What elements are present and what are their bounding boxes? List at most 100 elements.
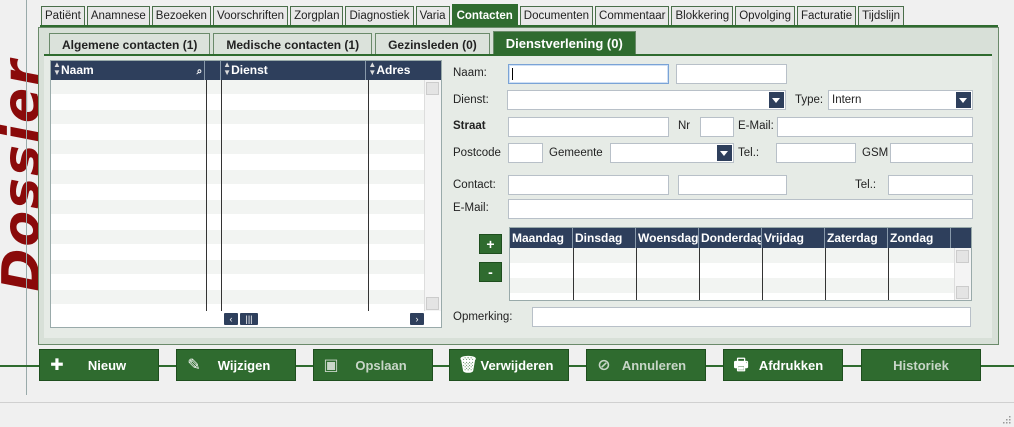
tab-tijdslijn[interactable]: Tijdslijn <box>858 6 905 26</box>
schedule-vertical-scrollbar[interactable] <box>954 248 971 300</box>
nr-input[interactable] <box>700 117 734 137</box>
resize-grip-icon[interactable] <box>1001 414 1011 424</box>
column-divider <box>221 80 222 312</box>
scroll-thumb-icon[interactable]: ||| <box>240 313 258 325</box>
afdrukken-button[interactable]: 🖶 Afdrukken <box>723 349 843 381</box>
column-label-naam: Naam <box>61 63 94 77</box>
tab-bezoeken[interactable]: Bezoeken <box>151 6 211 26</box>
scroll-right-icon[interactable]: › <box>410 313 424 325</box>
opslaan-button[interactable]: ▣ Opslaan <box>313 349 433 381</box>
scroll-left-icon[interactable]: ‹ <box>224 313 238 325</box>
postcode-input[interactable] <box>508 143 543 163</box>
tab-contacten[interactable]: Contacten <box>451 4 518 26</box>
contact-tel-input[interactable] <box>888 175 973 195</box>
sort-icon: ▲ ▼ <box>368 60 377 77</box>
contact-tel-label: Tel.: <box>855 179 877 191</box>
scroll-down-button[interactable] <box>956 286 969 299</box>
column-divider <box>573 248 574 300</box>
scroll-down-button[interactable] <box>426 297 439 310</box>
nieuw-button[interactable]: ✚ Nieuw <box>39 349 159 381</box>
sort-icon: ▲ ▼ <box>223 60 232 77</box>
tab-zorgplan[interactable]: Zorgplan <box>290 6 344 26</box>
gemeente-select[interactable] <box>610 143 734 163</box>
subtab-gezinsleden[interactable]: Gezinsleden (0) <box>375 33 490 55</box>
tab-opvolging[interactable]: Opvolging <box>735 6 795 26</box>
straat-input[interactable] <box>508 117 669 137</box>
historiek-button-label: Historiek <box>893 358 949 373</box>
chevron-down-icon[interactable] <box>717 145 732 161</box>
tab-commentaar[interactable]: Commentaar <box>595 6 670 26</box>
tab-blokkering[interactable]: Blokkering <box>671 6 734 26</box>
gsm-input[interactable] <box>890 143 973 163</box>
tab-patient[interactable]: Patiënt <box>41 6 85 26</box>
tel-label: Tel.: <box>738 147 760 159</box>
column-divider <box>825 248 826 300</box>
type-label: Type: <box>795 94 824 106</box>
opening-hours-grid[interactable]: Maandag Dinsdag Woensdag Donderdag Vrijd… <box>509 227 972 301</box>
remove-schedule-button[interactable]: - <box>479 262 502 282</box>
column-divider <box>699 248 700 300</box>
tab-voorschriften[interactable]: Voorschriften <box>212 6 289 26</box>
naam-input[interactable] <box>508 64 669 84</box>
tab-diagnostiek[interactable]: Diagnostiek <box>345 6 414 26</box>
opmerking-input[interactable] <box>532 307 971 327</box>
grid-horizontal-scrollbar[interactable]: ‹ ||| › <box>51 311 441 327</box>
side-divider <box>26 0 27 395</box>
contact-input[interactable] <box>508 175 669 195</box>
opslaan-button-label: Opslaan <box>355 358 407 373</box>
sub-tab-bar: Algemene contacten (1) Medische contacte… <box>49 31 636 55</box>
tab-varia[interactable]: Varia <box>415 6 450 26</box>
verwijderen-button-label: Verwijderen <box>480 358 554 373</box>
dienst-select[interactable] <box>507 90 786 110</box>
scroll-up-button[interactable] <box>956 250 969 263</box>
top-tab-bar: Patiënt Anamnese Bezoeken Voorschriften … <box>41 4 905 26</box>
email-label: E-Mail: <box>738 120 774 132</box>
contact-email-input[interactable] <box>508 199 973 219</box>
grid-vertical-scrollbar[interactable] <box>424 80 441 312</box>
column-label-adres: Adres <box>376 63 411 77</box>
column-header-naam[interactable]: ▲ ▼ Naam ⌕ <box>51 61 206 81</box>
wijzigen-button-label: Wijzigen <box>217 358 271 373</box>
type-select-value: Intern <box>832 94 862 106</box>
dossier-vertical-title: Dossier <box>0 0 52 360</box>
naam-input-2[interactable] <box>676 64 787 84</box>
tab-facturatie[interactable]: Facturatie <box>796 6 857 26</box>
add-schedule-button[interactable]: + <box>479 234 502 254</box>
column-header-vrijdag[interactable]: Vrijdag <box>762 228 825 248</box>
email-input[interactable] <box>777 117 973 137</box>
column-header-dienst[interactable]: ▲ ▼ Dienst <box>221 60 367 80</box>
tab-documenten[interactable]: Documenten <box>519 6 594 26</box>
column-header-donderdag[interactable]: Donderdag <box>699 228 762 248</box>
wijzigen-button[interactable]: ✎ Wijzigen <box>176 349 296 381</box>
column-divider <box>206 80 207 312</box>
contact-email-label: E-Mail: <box>453 202 489 214</box>
opmerking-label: Opmerking: <box>453 311 513 323</box>
tab-anamnese[interactable]: Anamnese <box>86 6 150 26</box>
column-header-zondag[interactable]: Zondag <box>888 228 951 248</box>
services-list-grid[interactable]: ▲ ▼ Naam ⌕ ▲ ▼ Dienst ▲ ▼ Adres ‹ ||| › <box>50 60 442 328</box>
search-icon[interactable]: ⌕ <box>197 62 203 81</box>
subtab-dienstverlening[interactable]: Dienstverlening (0) <box>492 31 636 55</box>
chevron-down-icon[interactable] <box>769 92 784 108</box>
status-bar <box>0 402 1014 427</box>
gemeente-label: Gemeente <box>549 147 603 159</box>
contact-label: Contact: <box>453 179 496 191</box>
annuleren-button[interactable]: ⊘ Annuleren <box>586 349 706 381</box>
historiek-button[interactable]: Historiek <box>861 349 981 381</box>
column-header-adres[interactable]: ▲ ▼ Adres <box>366 61 441 80</box>
column-header-maandag[interactable]: Maandag <box>510 228 573 248</box>
column-header-woensdag[interactable]: Woensdag <box>636 228 699 248</box>
scroll-up-button[interactable] <box>426 82 439 95</box>
subtab-medische-contacten[interactable]: Medische contacten (1) <box>213 33 373 55</box>
chevron-down-icon[interactable] <box>956 92 971 108</box>
straat-label: Straat <box>453 120 486 132</box>
column-header-zaterdag[interactable]: Zaterdag <box>825 228 888 248</box>
gsm-label: GSM <box>862 147 889 159</box>
verwijderen-button[interactable]: 🗑 Verwijderen <box>449 349 569 381</box>
type-select[interactable]: Intern <box>828 90 973 110</box>
tel-input[interactable] <box>776 143 856 163</box>
contact-input-2[interactable] <box>678 175 787 195</box>
column-divider <box>636 248 637 300</box>
subtab-algemene-contacten[interactable]: Algemene contacten (1) <box>49 33 211 55</box>
column-header-dinsdag[interactable]: Dinsdag <box>573 228 636 248</box>
